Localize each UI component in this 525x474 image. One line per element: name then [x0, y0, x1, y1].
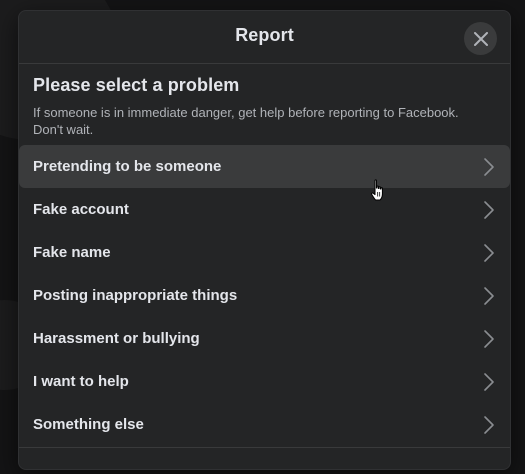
- option-label: Posting inappropriate things: [33, 287, 238, 304]
- option-label: Fake account: [33, 201, 129, 218]
- option-fake-name[interactable]: Fake name: [19, 231, 510, 274]
- option-fake-account[interactable]: Fake account: [19, 188, 510, 231]
- option-i-want-to-help[interactable]: I want to help: [19, 360, 510, 403]
- chevron-right-icon: [484, 158, 494, 176]
- chevron-right-icon: [484, 416, 494, 434]
- option-label: I want to help: [33, 373, 129, 390]
- option-harassment-or-bullying[interactable]: Harassment or bullying: [19, 317, 510, 360]
- option-label: Fake name: [33, 244, 111, 261]
- chevron-right-icon: [484, 244, 494, 262]
- chevron-right-icon: [484, 201, 494, 219]
- option-something-else[interactable]: Something else: [19, 403, 510, 446]
- close-button[interactable]: [464, 22, 497, 55]
- footer-divider: [19, 447, 510, 448]
- chevron-right-icon: [484, 287, 494, 305]
- option-pretending-to-be-someone[interactable]: Pretending to be someone: [19, 145, 510, 188]
- report-dialog: Report Please select a problem If someon…: [18, 10, 511, 470]
- option-label: Harassment or bullying: [33, 330, 200, 347]
- close-icon: [473, 31, 488, 46]
- section-description: If someone is in immediate danger, get h…: [33, 105, 459, 137]
- option-label: Something else: [33, 416, 144, 433]
- section-title: Please select a problem: [33, 75, 240, 95]
- option-posting-inappropriate-things[interactable]: Posting inappropriate things: [19, 274, 510, 317]
- option-label: Pretending to be someone: [33, 158, 222, 175]
- problem-list: Pretending to be someone Fake account Fa…: [19, 145, 510, 446]
- chevron-right-icon: [484, 330, 494, 348]
- dialog-content: Please select a problem If someone is in…: [19, 75, 510, 446]
- dialog-header: Report: [19, 11, 510, 64]
- dialog-title: Report: [235, 25, 294, 45]
- chevron-right-icon: [484, 373, 494, 391]
